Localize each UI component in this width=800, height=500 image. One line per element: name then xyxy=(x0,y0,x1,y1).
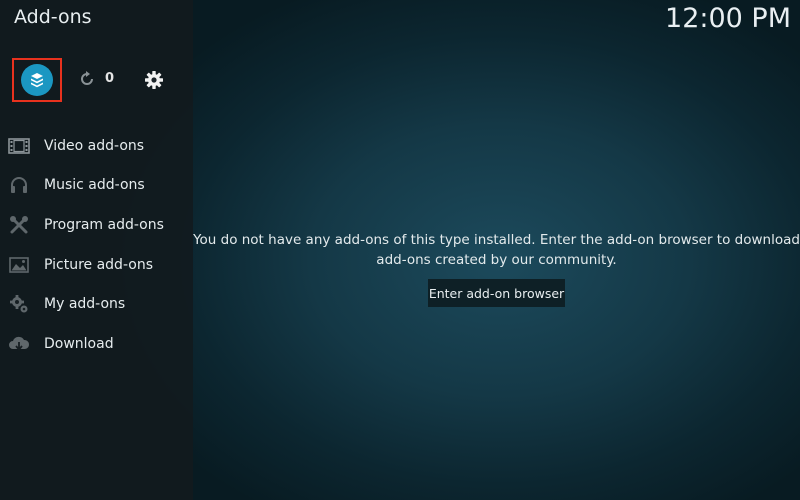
film-icon xyxy=(8,135,30,157)
kodi-addons-screen: Add-ons 0 Video add-ons Music add-ons Pr… xyxy=(0,0,800,500)
tools-icon xyxy=(8,214,30,236)
page-title: Add-ons xyxy=(14,6,92,28)
cloud-download-icon xyxy=(8,333,30,355)
sidebar-menu: Video add-ons Music add-ons Program add-… xyxy=(0,126,193,364)
top-toolbar: 0 xyxy=(12,58,192,106)
addon-browser-button[interactable] xyxy=(12,58,62,102)
sidebar-item-music-addons[interactable]: Music add-ons xyxy=(0,166,193,206)
sidebar-item-program-addons[interactable]: Program add-ons xyxy=(0,205,193,245)
enter-addon-browser-button[interactable]: Enter add-on browser xyxy=(428,279,565,307)
sidebar-item-label: Music add-ons xyxy=(44,177,145,194)
sidebar-item-label: My add-ons xyxy=(44,296,126,313)
open-box-icon xyxy=(21,64,53,96)
message-line-2: add-ons created by our community. xyxy=(376,252,617,268)
sidebar-item-download[interactable]: Download xyxy=(0,324,193,364)
sidebar-item-label: Download xyxy=(44,335,114,352)
clock: 12:00 PM xyxy=(665,3,791,34)
gear-box-icon xyxy=(8,293,30,315)
refresh-icon[interactable] xyxy=(78,70,96,88)
sidebar-item-picture-addons[interactable]: Picture add-ons xyxy=(0,245,193,285)
headphones-icon xyxy=(8,174,30,196)
sidebar-item-my-addons[interactable]: My add-ons xyxy=(0,284,193,324)
sidebar-item-label: Program add-ons xyxy=(44,216,164,233)
sidebar-item-label: Picture add-ons xyxy=(44,256,153,273)
picture-icon xyxy=(8,254,30,276)
update-count: 0 xyxy=(105,71,115,86)
gear-icon[interactable] xyxy=(144,70,164,90)
empty-state-message: You do not have any add-ons of this type… xyxy=(193,230,800,270)
sidebar: Add-ons 0 Video add-ons Music add-ons Pr… xyxy=(0,0,193,500)
sidebar-item-label: Video add-ons xyxy=(44,137,145,154)
message-line-1: You do not have any add-ons of this type… xyxy=(193,232,800,248)
sidebar-item-video-addons[interactable]: Video add-ons xyxy=(0,126,193,166)
